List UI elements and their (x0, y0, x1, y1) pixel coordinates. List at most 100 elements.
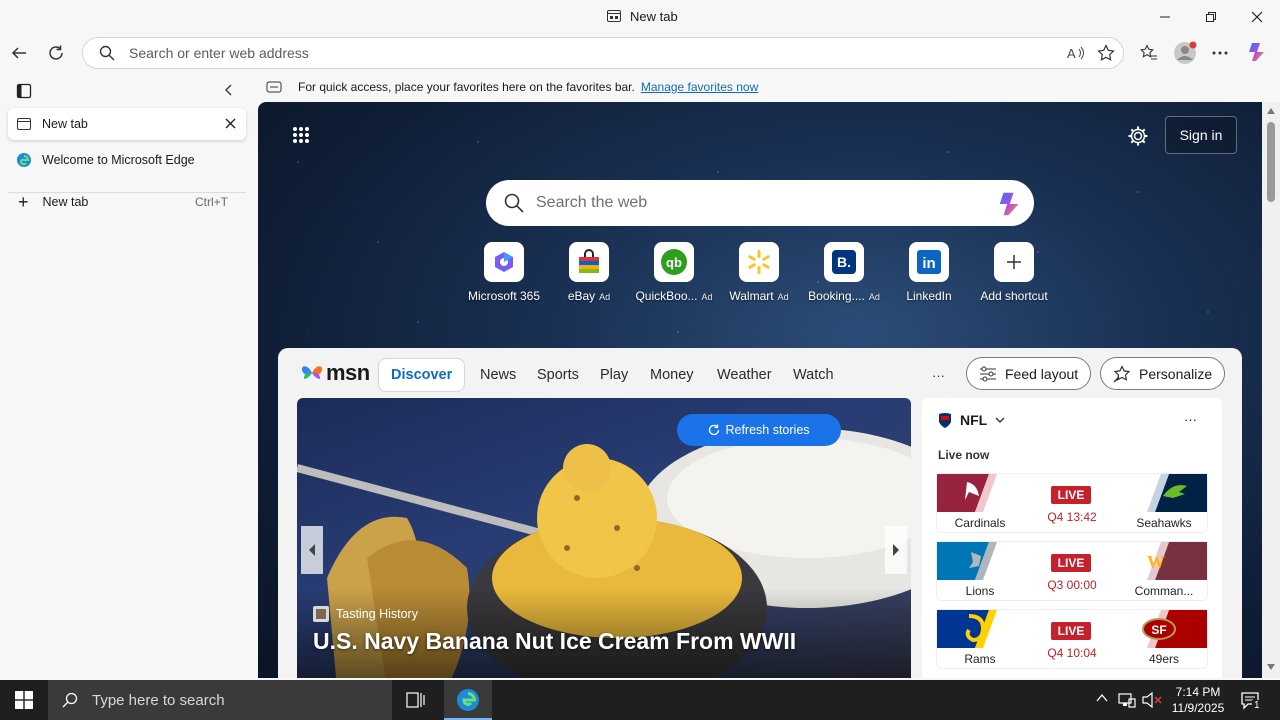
scroll-down-arrow-icon[interactable] (1267, 664, 1275, 670)
system-clock[interactable]: 7:14 PM 11/9/2025 (1166, 684, 1230, 716)
copilot-icon[interactable] (1243, 37, 1273, 67)
shortcut-quickbooks[interactable]: qb QuickBoo... Ad (629, 242, 719, 303)
tab-new-tab[interactable]: New tab (8, 108, 246, 140)
close-tab-icon[interactable] (225, 118, 236, 129)
read-aloud-icon[interactable]: A (1067, 45, 1085, 61)
feed-layout-label: Feed layout (1005, 365, 1079, 382)
seahawks-logo-icon (1121, 474, 1207, 512)
game-card[interactable]: Lions LIVE Q3 00:00 W Comman... (937, 542, 1207, 600)
ebay-bag-icon (569, 242, 609, 282)
collapse-panel-icon[interactable] (222, 83, 236, 97)
personalize-button[interactable]: Personalize (1100, 357, 1226, 390)
team-name: Seahawks (1136, 516, 1192, 530)
shortcut-label: Microsoft 365 (467, 289, 541, 303)
shortcut-microsoft-365[interactable]: Microsoft 365 (459, 242, 549, 303)
tab-actions-icon[interactable] (16, 83, 32, 99)
feed-layout-button[interactable]: Feed layout (966, 357, 1092, 390)
new-tab-label: New tab (42, 195, 89, 209)
new-tab-button[interactable]: + New tab Ctrl+T (8, 186, 246, 218)
vertical-tabs-panel: New tab Welcome to Microsoft Edge + New … (0, 74, 250, 680)
nfl-header[interactable]: NFL (938, 412, 1005, 428)
nav-watch[interactable]: Watch (781, 358, 846, 392)
refresh-button[interactable] (41, 38, 71, 68)
new-tab-icon (606, 8, 622, 24)
page-scrollbar[interactable] (1262, 102, 1280, 678)
restore-button[interactable] (1196, 6, 1226, 28)
booking-icon: B. (824, 242, 864, 282)
nav-play[interactable]: Play (588, 358, 640, 392)
title-bar: New tab (0, 0, 1280, 34)
publisher-logo (313, 606, 329, 622)
nav-news[interactable]: News (468, 358, 528, 392)
hero-story-card[interactable]: Refresh stories Tasting History U.S. Nav… (297, 398, 911, 678)
refresh-stories-button[interactable]: Refresh stories (677, 414, 841, 446)
more-options-icon[interactable] (1205, 38, 1235, 68)
window-title: New tab (606, 8, 678, 24)
back-button[interactable] (4, 38, 34, 68)
nav-weather[interactable]: Weather (705, 358, 784, 392)
svg-text:SF: SF (1151, 623, 1166, 637)
edge-logo-icon (457, 689, 479, 711)
game-clock: Q4 13:42 (1047, 510, 1097, 524)
plus-icon: + (18, 191, 29, 212)
shortcut-ebay[interactable]: eBay Ad (544, 242, 634, 303)
carousel-prev-button[interactable] (301, 526, 323, 574)
address-input[interactable] (129, 45, 1029, 61)
taskbar-search-box[interactable] (48, 680, 392, 720)
shortcut-booking[interactable]: B. Booking.... Ad (799, 242, 889, 303)
story-headline[interactable]: U.S. Navy Banana Nut Ice Cream From WWII (313, 628, 903, 655)
address-bar[interactable]: A (82, 37, 1124, 69)
plus-icon (994, 242, 1034, 282)
ad-badge: Ad (868, 292, 880, 302)
network-icon[interactable] (1118, 691, 1136, 709)
profile-avatar[interactable] (1170, 38, 1200, 68)
scroll-up-arrow-icon[interactable] (1267, 108, 1275, 114)
sign-in-button[interactable]: Sign in (1165, 116, 1237, 154)
clock-date: 11/9/2025 (1171, 701, 1225, 715)
carousel-next-button[interactable] (885, 526, 907, 574)
team-name: Rams (964, 652, 996, 666)
taskbar-search-input[interactable] (92, 691, 372, 709)
favorites-icon[interactable] (1134, 38, 1164, 68)
microsoft-365-icon (484, 242, 524, 282)
nav-sports[interactable]: Sports (525, 358, 591, 392)
ad-badge: Ad (701, 292, 713, 302)
task-view-icon[interactable] (406, 691, 426, 709)
scroll-thumb[interactable] (1267, 122, 1275, 202)
new-tab-page: Sign in Microsoft 365 eBayAd qb QuickBoo… (258, 102, 1262, 678)
refresh-icon (709, 424, 720, 436)
apps-launcher-icon[interactable] (292, 126, 310, 144)
more-nav-icon[interactable]: ··· (920, 358, 957, 392)
new-tab-shortcut: Ctrl+T (195, 195, 228, 209)
minimize-button[interactable] (1150, 6, 1180, 28)
close-window-button[interactable] (1242, 6, 1272, 28)
tab-welcome-edge[interactable]: Welcome to Microsoft Edge (8, 144, 246, 176)
personalize-icon (1113, 364, 1131, 383)
copilot-icon[interactable] (996, 189, 1026, 219)
favorite-star-icon[interactable] (1097, 44, 1115, 62)
tab-label: New tab (42, 117, 88, 131)
story-source[interactable]: Tasting History (313, 606, 418, 622)
team-name: Lions (965, 584, 995, 598)
taskbar-edge-app[interactable] (444, 680, 492, 720)
show-hidden-icons-chevron-icon[interactable] (1096, 693, 1108, 703)
add-shortcut-button[interactable]: Add shortcut (969, 242, 1059, 303)
msn-butterfly-icon (301, 366, 323, 379)
msn-logo[interactable]: msn (300, 360, 370, 386)
notification-center-icon[interactable]: 1 (1240, 690, 1262, 711)
web-search-input[interactable] (536, 194, 976, 212)
web-search-box[interactable] (486, 180, 1034, 226)
nav-discover[interactable]: Discover (378, 358, 466, 392)
volume-muted-icon[interactable] (1141, 691, 1163, 709)
shortcut-linkedin[interactable]: in LinkedIn (884, 242, 974, 303)
shortcut-walmart[interactable]: Walmart Ad (714, 242, 804, 303)
game-card[interactable]: Rams LIVE Q4 10:04 SF 49ers (937, 610, 1207, 668)
page-settings-icon[interactable] (1127, 125, 1149, 147)
game-card[interactable]: Cardinals LIVE Q4 13:42 Seahawks (937, 474, 1207, 532)
browser-toolbar: A (0, 34, 1280, 72)
manage-favorites-link[interactable]: Manage favorites now (641, 80, 758, 94)
nfl-more-icon[interactable]: ··· (1184, 412, 1197, 427)
nav-money[interactable]: Money (638, 358, 706, 392)
windows-start-icon[interactable] (15, 691, 33, 709)
team-name: Cardinals (954, 516, 1006, 530)
